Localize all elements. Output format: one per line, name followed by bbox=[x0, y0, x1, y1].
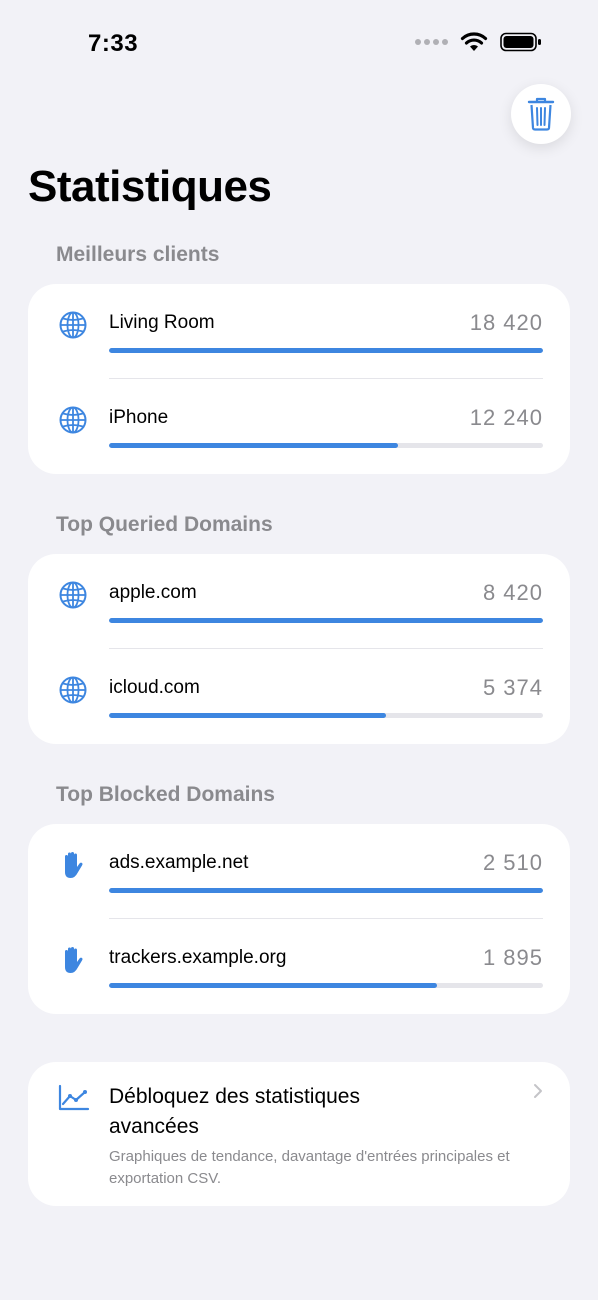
status-bar: 7:33 bbox=[0, 0, 598, 88]
list-item[interactable]: trackers.example.org 1 895 bbox=[28, 919, 570, 1014]
list-item[interactable]: Living Room 18 420 bbox=[28, 284, 570, 379]
progress-bar bbox=[109, 983, 543, 988]
item-label: icloud.com bbox=[109, 677, 200, 698]
promo-description: Graphiques de tendance, davantage d'entr… bbox=[109, 1148, 510, 1187]
item-count: 5 374 bbox=[482, 675, 543, 700]
promo-title: Débloquez des statistiques avancées bbox=[109, 1085, 360, 1138]
progress-bar bbox=[109, 713, 543, 718]
progress-bar-fill bbox=[109, 348, 543, 353]
hand-raised-icon bbox=[65, 852, 83, 878]
globe-icon bbox=[59, 311, 87, 339]
globe-icon bbox=[59, 406, 87, 434]
page-title: Statistiques bbox=[28, 162, 272, 211]
progress-bar-fill bbox=[109, 443, 398, 448]
item-label: apple.com bbox=[109, 582, 197, 603]
progress-bar-fill bbox=[109, 888, 543, 893]
section-header-top-queried-domains: Top Queried Domains bbox=[56, 513, 273, 536]
top-queried-domains-card: apple.com 8 420 icloud.com 5 374 bbox=[28, 554, 570, 744]
globe-icon bbox=[59, 676, 87, 704]
item-count: 2 510 bbox=[482, 850, 543, 875]
trash-icon bbox=[527, 97, 555, 131]
list-item[interactable]: apple.com 8 420 bbox=[28, 554, 570, 649]
line-chart-icon bbox=[58, 1084, 90, 1111]
progress-bar bbox=[109, 443, 543, 448]
item-label: trackers.example.org bbox=[109, 947, 287, 968]
section-header-top-blocked-domains: Top Blocked Domains bbox=[56, 783, 275, 806]
progress-bar-fill bbox=[109, 618, 543, 623]
list-item[interactable]: iPhone 12 240 bbox=[28, 379, 570, 474]
item-count: 8 420 bbox=[482, 580, 543, 605]
progress-bar-fill bbox=[109, 983, 437, 988]
status-icons bbox=[415, 32, 542, 52]
item-label: iPhone bbox=[109, 407, 169, 428]
section-header-top-clients: Meilleurs clients bbox=[56, 243, 220, 266]
wifi-icon bbox=[460, 32, 488, 51]
battery-icon bbox=[500, 32, 541, 52]
top-blocked-domains-card: ads.example.net 2 510 trackers.example.o… bbox=[28, 824, 570, 1014]
trash-button[interactable] bbox=[511, 84, 571, 144]
chevron-right-icon bbox=[534, 1084, 542, 1098]
list-item[interactable]: icloud.com 5 374 bbox=[28, 649, 570, 744]
unlock-advanced-stats-card[interactable]: Débloquez des statistiques avancées Grap… bbox=[28, 1062, 570, 1206]
top-clients-card: Living Room 18 420 iPhone 12 240 bbox=[28, 284, 570, 474]
cellular-signal-icon bbox=[415, 39, 448, 45]
progress-bar bbox=[109, 888, 543, 893]
hand-raised-icon bbox=[65, 947, 83, 973]
item-count: 12 240 bbox=[469, 405, 543, 430]
statistics-screen: 7:33 Statistiques Meilleurs clients Livi… bbox=[0, 0, 598, 1300]
globe-icon bbox=[59, 581, 87, 609]
status-time: 7:33 bbox=[88, 30, 139, 57]
item-count: 18 420 bbox=[469, 310, 543, 335]
item-label: ads.example.net bbox=[109, 852, 249, 873]
list-item[interactable]: ads.example.net 2 510 bbox=[28, 824, 570, 919]
progress-bar bbox=[109, 618, 543, 623]
progress-bar-fill bbox=[109, 713, 386, 718]
item-count: 1 895 bbox=[482, 945, 543, 970]
progress-bar bbox=[109, 348, 543, 353]
item-label: Living Room bbox=[109, 312, 215, 333]
